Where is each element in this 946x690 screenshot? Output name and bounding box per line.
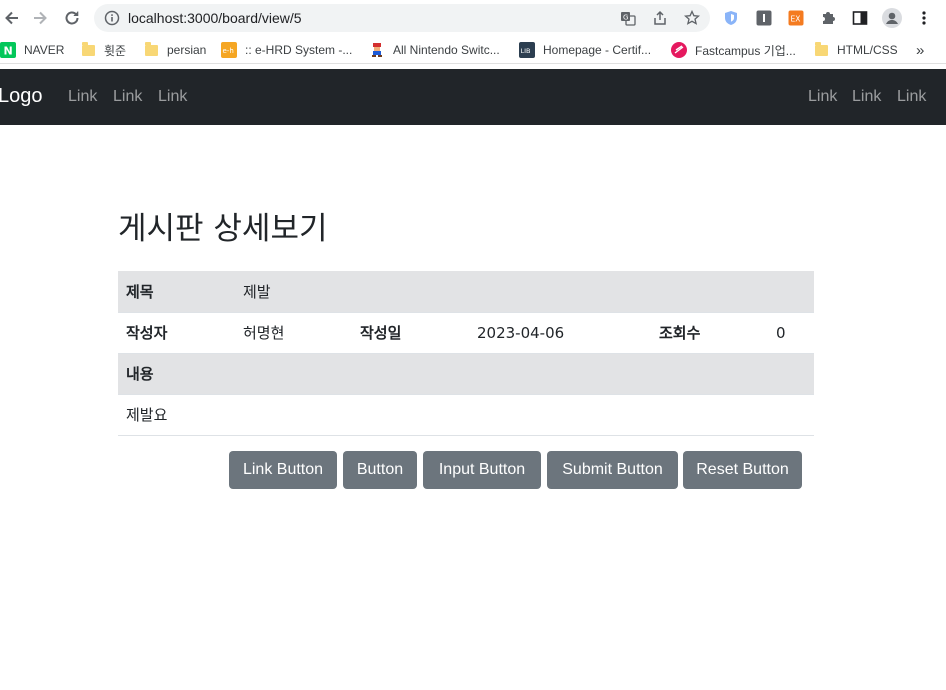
bookmarks-overflow-button[interactable]: »: [916, 40, 924, 60]
board-detail-table: 제목 제발 작성자 허명현 작성일 2023-04-06 조회수 0 내용 제발…: [118, 271, 814, 436]
address-bar[interactable]: localhost:3000/board/view/5 G: [94, 4, 710, 32]
mario-icon: [369, 42, 385, 58]
submit-button[interactable]: Submit Button: [547, 451, 678, 489]
shield-extension-icon[interactable]: [721, 8, 741, 28]
bookmark-label: Fastcampus 기업...: [695, 43, 796, 58]
nav-link-right-2[interactable]: Link: [852, 88, 881, 106]
translate-icon[interactable]: G: [618, 8, 638, 28]
nav-link-left-1[interactable]: Link: [68, 88, 97, 106]
author-label: 작성자: [118, 312, 235, 354]
content-label: 내용: [118, 353, 814, 395]
bookmark-label: persian: [167, 43, 207, 57]
views-value: 0: [768, 312, 814, 354]
bookmarks-bar: N NAVER 휫준 persian e-h :: e-HRD System -…: [0, 36, 946, 64]
brand-logo[interactable]: Logo: [0, 85, 43, 108]
input-button[interactable]: Input Button: [423, 451, 541, 489]
svg-text:N: N: [4, 45, 13, 58]
bookmark-nintendo[interactable]: All Nintendo Switc...: [369, 40, 500, 60]
bookmark-ehrd[interactable]: e-h :: e-HRD System -...: [221, 40, 352, 60]
site-info-icon[interactable]: [104, 10, 120, 30]
content-label-row: 내용: [118, 353, 814, 395]
content-row: 제발요: [118, 394, 814, 436]
svg-text:e-h: e-h: [223, 47, 234, 55]
subject-value: 제발: [235, 271, 814, 313]
bookmark-label: NAVER: [24, 43, 65, 57]
side-panel-icon[interactable]: [850, 8, 870, 28]
bookmark-naver[interactable]: N NAVER: [0, 40, 64, 60]
extensions-puzzle-icon[interactable]: [818, 8, 838, 28]
subject-label: 제목: [118, 271, 235, 313]
nav-link-left-2[interactable]: Link: [113, 88, 142, 106]
bookmark-label: :: e-HRD System -...: [245, 43, 353, 57]
site-navbar: Logo Link Link Link Link Link Link: [0, 69, 946, 125]
fastcampus-icon: [671, 42, 687, 58]
plain-button[interactable]: Button: [343, 451, 417, 489]
nav-link-left-3[interactable]: Link: [158, 88, 187, 106]
share-icon[interactable]: [650, 8, 670, 28]
url-text: localhost:3000/board/view/5: [128, 10, 302, 26]
bookmark-label: 휫준: [104, 43, 127, 58]
folder-icon: [813, 41, 829, 58]
author-value: 허명현: [235, 312, 352, 354]
naver-icon: N: [0, 42, 16, 58]
subject-row: 제목 제발: [118, 271, 814, 313]
folder-icon: [80, 41, 96, 58]
bookmark-libre[interactable]: LIB Homepage - Certif...: [519, 40, 651, 60]
bookmark-folder[interactable]: 휫준: [80, 40, 126, 60]
bookmark-star-icon[interactable]: [682, 8, 702, 28]
folder-icon: [143, 41, 159, 58]
profile-avatar-icon[interactable]: [882, 8, 902, 28]
nav-link-right-3[interactable]: Link: [897, 88, 926, 106]
libre-icon: LIB: [519, 42, 535, 58]
ex-extension-icon[interactable]: EX: [786, 8, 806, 28]
bookmark-folder[interactable]: persian: [143, 40, 206, 60]
bookmark-label: Homepage - Certif...: [543, 43, 652, 57]
chevron-double-right-icon: »: [916, 41, 925, 59]
content-value: 제발요: [118, 394, 814, 436]
meta-row: 작성자 허명현 작성일 2023-04-06 조회수 0: [118, 312, 814, 354]
svg-text:EX: EX: [791, 15, 801, 24]
bookmark-fastcampus[interactable]: Fastcampus 기업...: [671, 40, 796, 60]
chrome-menu-icon[interactable]: [914, 8, 934, 28]
date-label: 작성일: [352, 312, 469, 354]
date-value: 2023-04-06: [469, 312, 651, 354]
link-button[interactable]: Link Button: [229, 451, 337, 489]
nav-link-right-1[interactable]: Link: [808, 88, 837, 106]
bookmark-folder[interactable]: HTML/CSS: [813, 40, 898, 60]
forward-icon[interactable]: [28, 6, 52, 30]
reload-icon[interactable]: [60, 6, 84, 30]
svg-text:G: G: [623, 14, 628, 22]
browser-toolbar: localhost:3000/board/view/5 G EX: [0, 0, 946, 36]
info-extension-icon[interactable]: [754, 8, 774, 28]
page-title: 게시판 상세보기: [118, 211, 328, 247]
back-icon[interactable]: [0, 6, 24, 30]
reset-button[interactable]: Reset Button: [683, 451, 802, 489]
views-label: 조회수: [651, 312, 768, 354]
bookmark-label: HTML/CSS: [837, 43, 898, 57]
bookmark-label: All Nintendo Switc...: [393, 43, 500, 57]
ehrd-icon: e-h: [221, 42, 237, 58]
svg-text:LIB: LIB: [521, 47, 531, 55]
